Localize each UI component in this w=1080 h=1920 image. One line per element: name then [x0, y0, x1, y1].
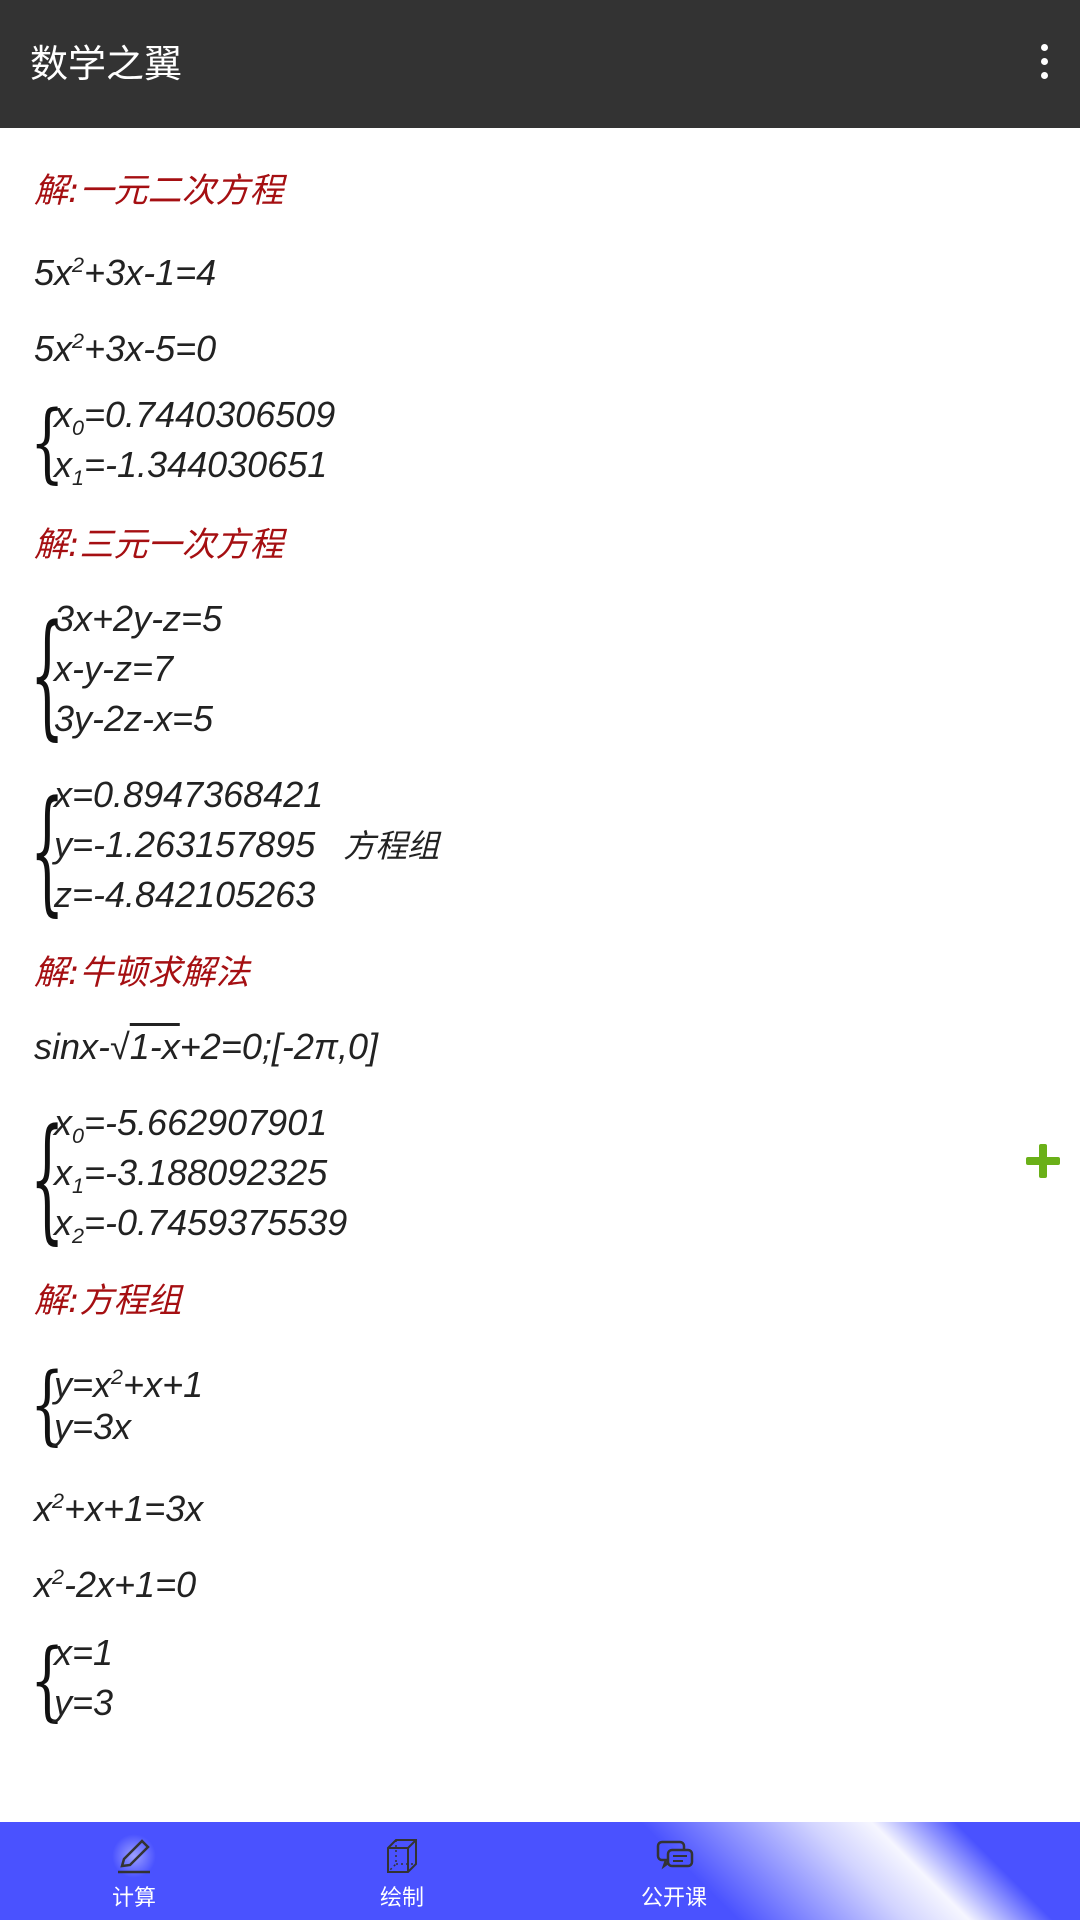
equation-line: x2+x+1=3x: [34, 1488, 204, 1529]
nav-tab-calculate[interactable]: 计算: [34, 1822, 234, 1920]
nav-tab-open-course[interactable]: 公开课: [574, 1822, 774, 1920]
results-area: 解:一元二次方程 5x2+3x-1=4 5x2+3x-5=0 { x0=0.74…: [0, 128, 1080, 1818]
cube-icon: [380, 1834, 424, 1878]
equation-line: 5x2+3x-1=4: [34, 252, 217, 293]
overflow-menu-icon[interactable]: [1034, 44, 1054, 84]
section-heading-system: 解:方程组: [34, 1281, 182, 1321]
equation-line: x2-2x+1=0: [34, 1564, 197, 1605]
nav-label: 公开课: [640, 1886, 707, 1911]
solution-row: x2=-0.7459375539: [54, 1202, 348, 1249]
equation-line: sinx-√1-x+2=0;[-2π,0]: [34, 1026, 379, 1067]
pencil-icon: [112, 1834, 156, 1878]
note-label: 方程组: [343, 827, 440, 865]
equation-row: y=x2+x+1: [54, 1364, 204, 1405]
equation-row: x-y-z=7: [54, 648, 174, 689]
chat-icon: [652, 1834, 696, 1878]
solution-row: y=-1.263157895 方程组: [54, 824, 440, 865]
equation-row: 3y-2z-x=5: [54, 698, 214, 739]
app-bar: 数学之翼: [0, 0, 1080, 128]
add-icon[interactable]: [1026, 1144, 1060, 1178]
nav-tab-draw[interactable]: 绘制: [302, 1822, 502, 1920]
solution-row: x1=-1.344030651: [54, 444, 328, 491]
section-heading-newton: 解:牛顿求解法: [34, 953, 250, 993]
equation-line: 5x2+3x-5=0: [34, 328, 217, 369]
nav-label: 绘制: [379, 1886, 424, 1911]
solution-row: z=-4.842105263: [54, 874, 316, 915]
app-title: 数学之翼: [30, 42, 183, 86]
section-heading-quadratic: 解:一元二次方程: [34, 171, 284, 211]
equation-row: y=3x: [54, 1406, 132, 1447]
solution-row: y=3: [54, 1682, 114, 1723]
solution-row: x=1: [54, 1632, 114, 1673]
bottom-navigation: 计算 绘制 公开课: [0, 1822, 1080, 1920]
section-heading-linear3: 解:三元一次方程: [34, 525, 284, 565]
nav-label: 计算: [111, 1886, 156, 1911]
solution-row: x=0.8947368421: [54, 774, 324, 815]
equation-row: 3x+2y-z=5: [54, 598, 223, 639]
